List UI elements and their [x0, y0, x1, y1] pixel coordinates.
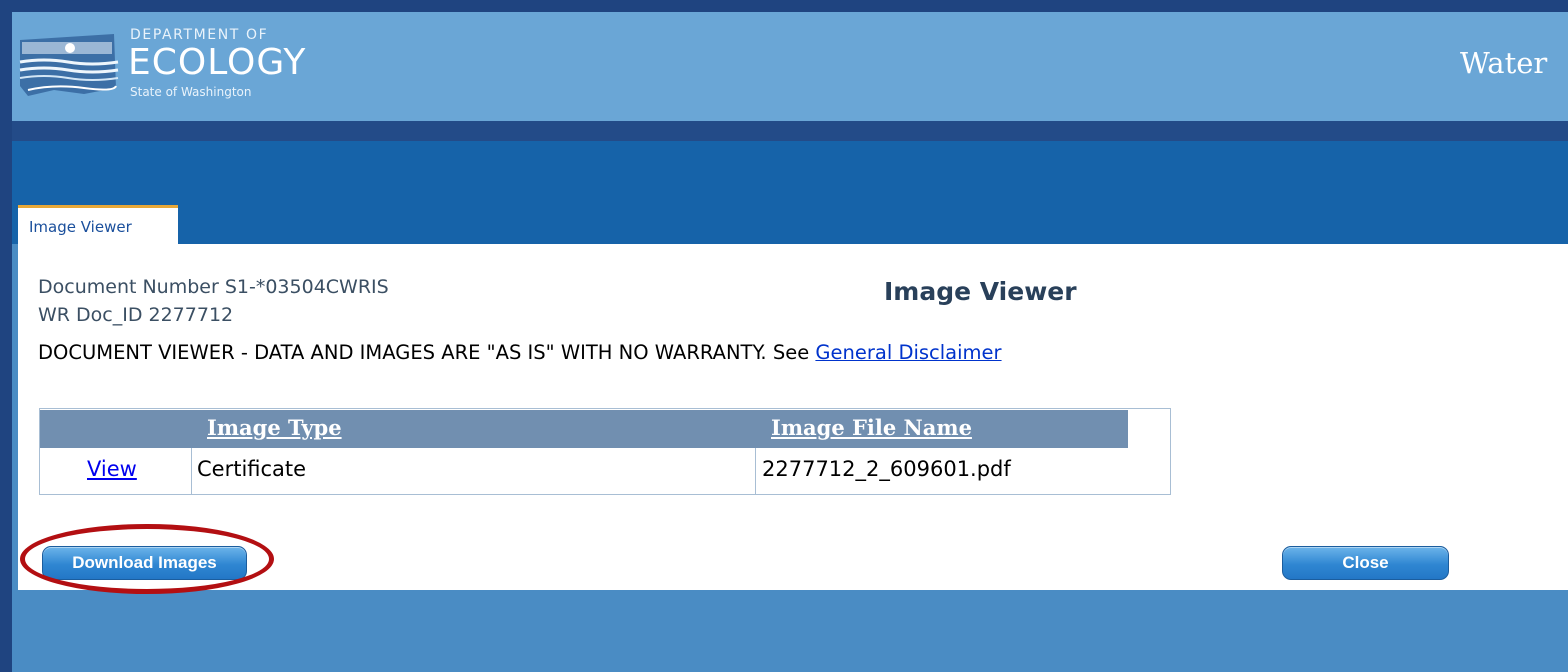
washington-state-map-logo-icon [19, 34, 119, 96]
image-file-name-cell: 2277712_2_609601.pdf [762, 457, 1011, 481]
navigation-bar [12, 141, 1568, 244]
table-cell-divider [755, 448, 756, 494]
view-image-link[interactable]: View [87, 457, 137, 481]
table-row: View Certificate 2277712_2_609601.pdf [40, 448, 1170, 494]
document-id: WR Doc_ID 2277712 [38, 304, 234, 326]
header-site-title: Water [1460, 46, 1548, 80]
general-disclaimer-link[interactable]: General Disclaimer [815, 341, 1001, 364]
browser-page: DEPARTMENT OF ECOLOGY State of Washingto… [12, 12, 1568, 672]
table-header-row: Image Type Image File Name [40, 410, 1128, 448]
site-header: DEPARTMENT OF ECOLOGY State of Washingto… [12, 12, 1568, 121]
tab-image-viewer[interactable]: Image Viewer [18, 205, 178, 245]
close-button[interactable]: Close [1282, 546, 1449, 580]
image-table: Image Type Image File Name View Certific… [39, 408, 1171, 495]
header-divider-band [12, 121, 1568, 141]
ecology-logo[interactable]: DEPARTMENT OF ECOLOGY State of Washingto… [14, 24, 314, 114]
logo-department-text: DEPARTMENT OF [130, 27, 269, 43]
image-viewer-panel: Document Number S1-*03504CWRIS WR Doc_ID… [18, 244, 1568, 594]
column-header-image-type[interactable]: Image Type [207, 415, 342, 440]
document-number: Document Number S1-*03504CWRIS [38, 276, 389, 298]
image-type-cell: Certificate [197, 457, 307, 481]
disclaimer-notice: DOCUMENT VIEWER - DATA AND IMAGES ARE "A… [38, 341, 1002, 364]
table-cell-divider [191, 448, 192, 494]
download-images-button[interactable]: Download Images [42, 546, 247, 580]
logo-ecology-text: ECOLOGY [128, 42, 307, 83]
column-header-image-file-name[interactable]: Image File Name [771, 415, 972, 440]
disclaimer-text: DOCUMENT VIEWER - DATA AND IMAGES ARE "A… [38, 341, 816, 364]
tab-image-viewer-label: Image Viewer [29, 218, 132, 236]
logo-state-text: State of Washington [130, 85, 252, 99]
page-title: Image Viewer [884, 277, 1077, 306]
